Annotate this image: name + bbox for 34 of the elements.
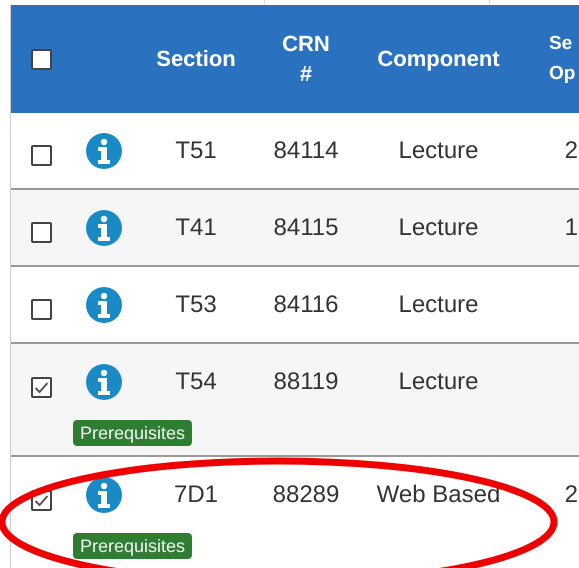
info-icon[interactable] bbox=[84, 363, 122, 401]
table-cell-text: Lecture bbox=[397, 290, 480, 318]
info-icon[interactable] bbox=[84, 286, 122, 324]
table-cell-text: Lecture bbox=[397, 368, 480, 396]
info-icon[interactable] bbox=[84, 476, 122, 514]
table-cell-text: 84116 bbox=[272, 290, 340, 318]
table-cell-text: Web Based bbox=[376, 481, 502, 509]
checkbox[interactable] bbox=[30, 376, 52, 398]
checkbox[interactable] bbox=[30, 48, 52, 70]
column-header: Component bbox=[377, 45, 500, 73]
table-cell-text: 7D1 bbox=[172, 481, 220, 509]
prerequisites-badge: Prerequisites bbox=[73, 420, 192, 446]
table-cell-text: T53 bbox=[174, 290, 218, 318]
checkbox[interactable] bbox=[30, 299, 52, 320]
table-cell-text: Lecture bbox=[397, 214, 480, 242]
table-cell-text: 2 bbox=[564, 481, 579, 509]
column-header: CRN # bbox=[281, 30, 331, 88]
checkbox[interactable] bbox=[30, 145, 52, 166]
info-icon[interactable] bbox=[84, 132, 122, 170]
table-cell-text: 88289 bbox=[272, 481, 340, 509]
table-cell-text: 1 bbox=[564, 214, 579, 242]
table-cell-text: T51 bbox=[174, 136, 218, 164]
table-cell-text: T41 bbox=[174, 214, 218, 242]
table-cell-text: 84115 bbox=[272, 214, 340, 242]
table-cell-text: 88119 bbox=[272, 368, 340, 396]
prerequisites-badge: Prerequisites bbox=[73, 533, 192, 559]
table-cell-text: 2 bbox=[564, 136, 579, 164]
table-cell-text: 84114 bbox=[272, 136, 340, 164]
column-header: Se Op bbox=[549, 32, 576, 86]
table-cell-text: Lecture bbox=[397, 136, 480, 164]
table-cell-text: T54 bbox=[174, 368, 218, 396]
info-icon[interactable] bbox=[84, 208, 122, 246]
column-header: Section bbox=[156, 45, 236, 73]
checkbox[interactable] bbox=[30, 222, 52, 243]
